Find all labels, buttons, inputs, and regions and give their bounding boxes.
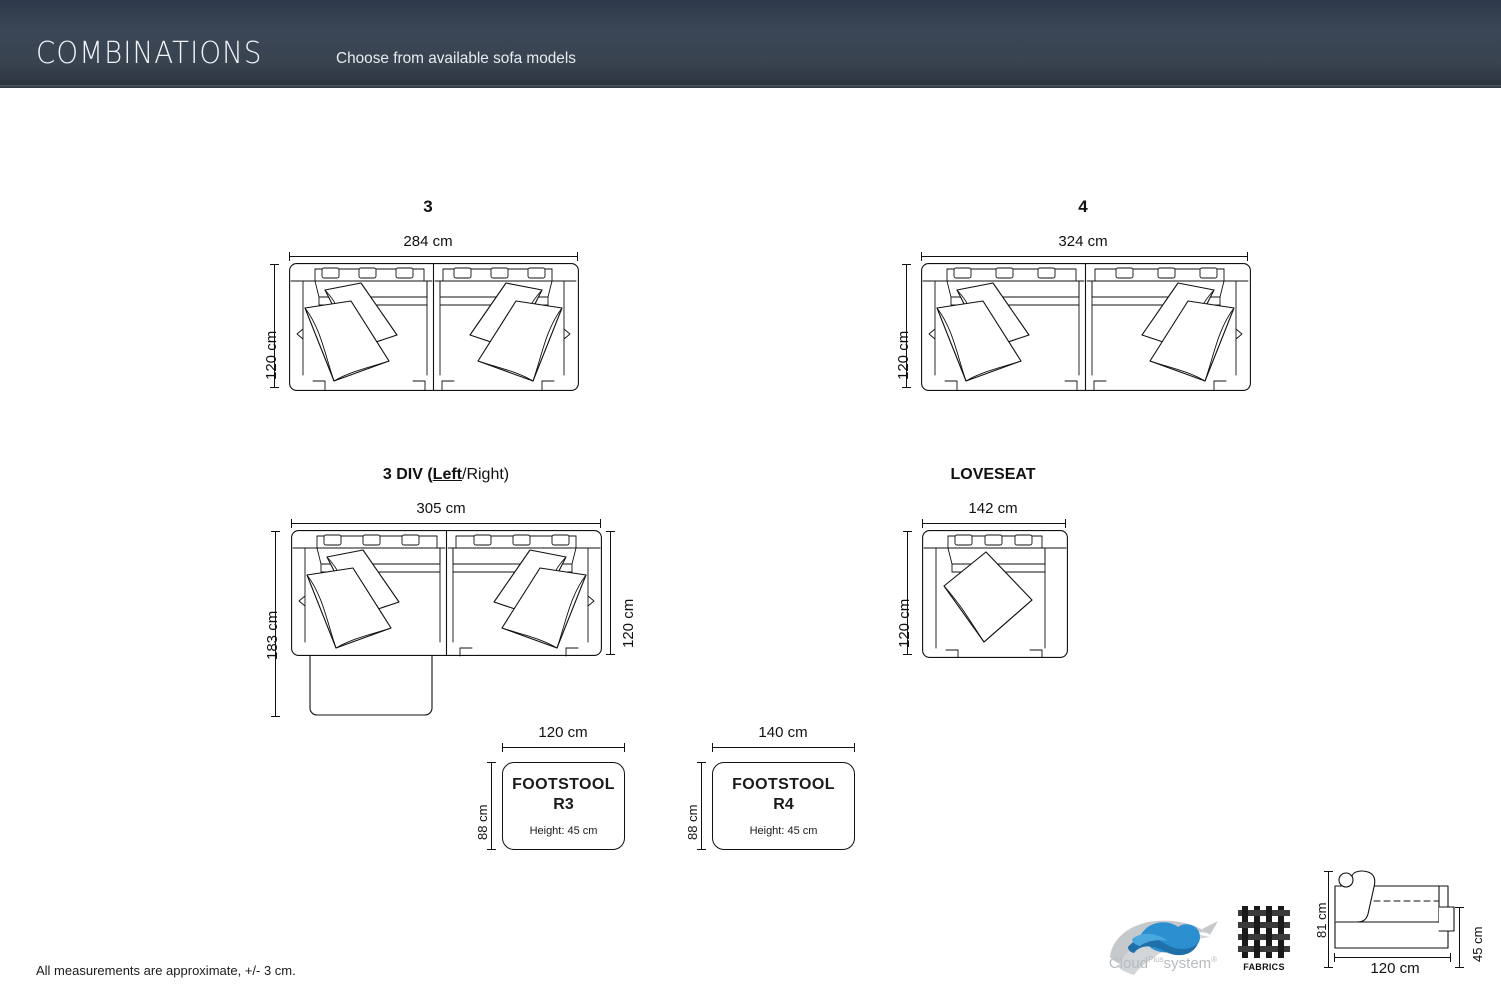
dim-width-3div: 305 cm (416, 500, 466, 517)
model-title-loveseat: LOVESEAT (950, 466, 1036, 483)
dimline-depth-3 (270, 264, 279, 388)
sofa-drawing-3 (289, 263, 579, 391)
footstool-box-r4: FOOTSTOOL R4 Height: 45 cm (712, 762, 855, 850)
cloud-label-name: Cloud (1108, 955, 1149, 972)
footstool-code-r3: R3 (553, 796, 574, 813)
footstool-height-r4: Height: 45 cm (749, 825, 818, 837)
footstool-box-r3: FOOTSTOOL R3 Height: 45 cm (502, 762, 625, 850)
dimline-seat-height-side (1455, 907, 1464, 968)
model-title-3div: 3 DIV (Left/Right) (316, 466, 576, 484)
dim-width-footstool-r4: 140 cm (758, 724, 808, 741)
dimline-width-loveseat (922, 519, 1066, 528)
dim-seat-height-side: 45 cm (1470, 926, 1485, 962)
footstool-code-r4: R4 (773, 796, 794, 813)
model-title-3: 3 (423, 197, 433, 216)
cloud-label-plus: Plus (1148, 955, 1164, 964)
sofa-drawing-3div (291, 530, 602, 716)
footer-disclaimer: All measurements are approximate, +/- 3 … (36, 963, 296, 978)
cloud-label-reg: ® (1211, 955, 1218, 964)
dimline-width-footstool-r3 (502, 743, 625, 752)
dimline-height-side (1324, 871, 1333, 968)
page-header: COMBINATIONS Choose from available sofa … (0, 0, 1501, 88)
model-title-3div-prefix: 3 DIV ( (382, 466, 433, 483)
dimline-width-footstool-r4 (712, 743, 855, 752)
cloud-label-suffix: system (1163, 955, 1212, 972)
footstool-name-r4: FOOTSTOOL (732, 776, 835, 793)
dimline-depth-right-3div (606, 531, 615, 655)
sofa-drawing-4 (921, 263, 1251, 391)
model-title-3div-suffix: /Right) (462, 466, 510, 483)
sofa-drawing-loveseat (922, 530, 1068, 658)
cloud-plus-system-label: CloudPlussystem® (1098, 955, 1228, 972)
dimline-width-side (1334, 953, 1451, 962)
footstool-height-r3: Height: 45 cm (529, 825, 598, 837)
fabrics-label: FABRICS (1243, 962, 1285, 972)
dim-depth-right-3div: 120 cm (620, 598, 637, 648)
dimline-width-4 (921, 252, 1248, 261)
dim-width-4: 324 cm (1058, 233, 1108, 250)
footstool-name-r3: FOOTSTOOL (512, 776, 615, 793)
dimline-width-3 (289, 252, 578, 261)
model-title-4: 4 (1078, 197, 1088, 216)
dim-width-loveseat: 142 cm (968, 500, 1018, 517)
dim-width-footstool-r3: 120 cm (538, 724, 588, 741)
page-subtitle: Choose from available sofa models (336, 50, 576, 67)
dimline-depth-3div (271, 531, 280, 717)
dimline-depth-footstool-r3 (487, 762, 496, 850)
dimline-width-3div (291, 519, 601, 528)
dim-width-side: 120 cm (1370, 960, 1420, 977)
dim-width-3: 284 cm (403, 233, 453, 250)
dimline-depth-footstool-r4 (697, 762, 706, 850)
fabrics-weave-icon (1238, 906, 1290, 958)
sofa-side-profile-drawing (1334, 870, 1455, 949)
dimline-depth-loveseat (903, 531, 912, 655)
model-title-3div-left: Left (432, 466, 462, 483)
dimline-depth-4 (902, 264, 911, 388)
page-title: COMBINATIONS (36, 36, 263, 71)
